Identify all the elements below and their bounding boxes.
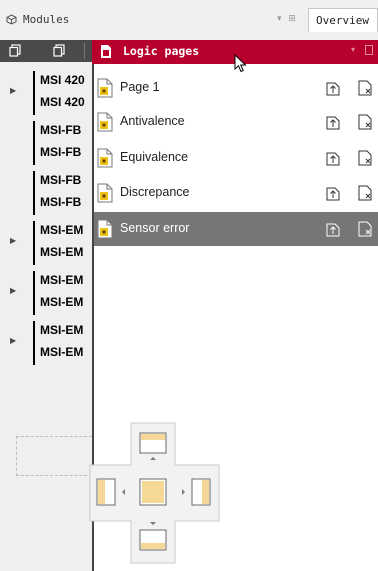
dock-top-icon: [139, 432, 167, 460]
expand-arrow-icon[interactable]: ▶: [10, 236, 16, 245]
export-page-icon[interactable]: [326, 185, 340, 201]
module-name: MSI-FB: [40, 173, 82, 187]
dock-right-icon: [182, 478, 211, 506]
module-name: MSI-EM: [40, 223, 84, 237]
dock-right-button[interactable]: [176, 475, 212, 509]
toolbar-divider: [84, 43, 85, 59]
export-page-icon[interactable]: [326, 150, 340, 166]
dock-center-button[interactable]: [137, 475, 169, 509]
module-group[interactable]: MSI-FB MSI-FB: [0, 121, 92, 165]
page-label: Equivalence: [120, 150, 189, 164]
module-drop-zone[interactable]: [16, 436, 92, 476]
group-bracket: [33, 171, 35, 215]
module-name: MSI-EM: [40, 295, 84, 309]
delete-page-icon[interactable]: [358, 80, 372, 96]
module-group[interactable]: ▶ MSI 420 MSI 420: [0, 71, 92, 115]
list-item[interactable]: Antivalence: [94, 105, 378, 139]
delete-page-icon[interactable]: [358, 150, 372, 166]
module-name: MSI-FB: [40, 195, 82, 209]
top-header: Modules ▾ ⊞ Overview: [0, 0, 378, 40]
dock-top-button[interactable]: [137, 430, 169, 464]
delete-page-icon[interactable]: [358, 221, 372, 237]
list-item[interactable]: Discrepance: [94, 176, 378, 210]
dock-bottom-icon: [139, 522, 167, 551]
dock-center-icon: [139, 478, 167, 506]
export-page-icon[interactable]: [326, 114, 340, 130]
list-item[interactable]: Page 1: [94, 71, 378, 105]
copy-icon[interactable]: [9, 44, 21, 57]
page-label: Sensor error: [120, 221, 190, 235]
tab-overview-label: Overview: [316, 14, 369, 27]
group-bracket: [33, 271, 35, 315]
logic-pages-list: Page 1 Antivalence Equivalence Discrepan…: [92, 64, 378, 571]
module-group[interactable]: ▶ MSI-EM MSI-EM: [0, 221, 92, 265]
page-label: Page 1: [120, 80, 160, 94]
logic-page-icon: [97, 219, 113, 239]
pin-icon[interactable]: [365, 45, 373, 55]
group-bracket: [33, 221, 35, 265]
tab-overview[interactable]: Overview: [308, 8, 378, 32]
logic-page-icon: [97, 148, 113, 168]
expand-arrow-icon[interactable]: ▶: [10, 286, 16, 295]
group-bracket: [33, 321, 35, 365]
logic-page-icon: [97, 183, 113, 203]
page-label: Antivalence: [120, 114, 185, 128]
logic-page-icon: [97, 112, 113, 132]
paste-icon[interactable]: [53, 44, 65, 57]
module-name: MSI 420: [40, 73, 85, 87]
modules-tree: ▶ MSI 420 MSI 420 MSI-FB MSI-FB MSI-FB M…: [0, 62, 92, 571]
mouse-cursor-icon: [234, 54, 247, 73]
module-group[interactable]: ▶ MSI-EM MSI-EM: [0, 271, 92, 315]
export-page-icon[interactable]: [326, 221, 340, 237]
list-item[interactable]: Equivalence: [94, 141, 378, 175]
module-name: MSI-EM: [40, 345, 84, 359]
modules-icon: [6, 14, 17, 25]
modules-title-label: Modules: [23, 13, 70, 26]
module-group[interactable]: MSI-FB MSI-FB: [0, 171, 92, 215]
module-name: MSI-EM: [40, 245, 84, 259]
module-name: MSI-FB: [40, 145, 82, 159]
module-name: MSI-EM: [40, 273, 84, 287]
expand-arrow-icon[interactable]: ▶: [10, 86, 16, 95]
dock-left-icon: [96, 478, 125, 506]
group-bracket: [33, 121, 35, 165]
group-bracket: [33, 71, 35, 115]
page-label: Discrepance: [120, 185, 190, 199]
dock-bottom-button[interactable]: [137, 516, 169, 556]
module-name: MSI 420: [40, 95, 85, 109]
chevron-down-icon[interactable]: ▾: [351, 45, 355, 54]
modules-title[interactable]: Modules: [6, 13, 69, 26]
module-name: MSI-FB: [40, 123, 82, 137]
module-group[interactable]: ▶ MSI-EM MSI-EM: [0, 321, 92, 365]
expand-arrow-icon[interactable]: ▶: [10, 336, 16, 345]
logic-pages-title: Logic pages: [123, 44, 200, 58]
logic-pages-icon: [101, 45, 111, 58]
module-name: MSI-EM: [40, 323, 84, 337]
list-item-selected[interactable]: Sensor error: [94, 212, 378, 246]
export-page-icon[interactable]: [326, 80, 340, 96]
modules-toolbar: [0, 40, 92, 62]
dock-left-button[interactable]: [95, 475, 131, 509]
panel-controls[interactable]: ▾ ⊞: [277, 14, 298, 24]
delete-page-icon[interactable]: [358, 114, 372, 130]
delete-page-icon[interactable]: [358, 185, 372, 201]
logic-page-icon: [97, 78, 113, 98]
